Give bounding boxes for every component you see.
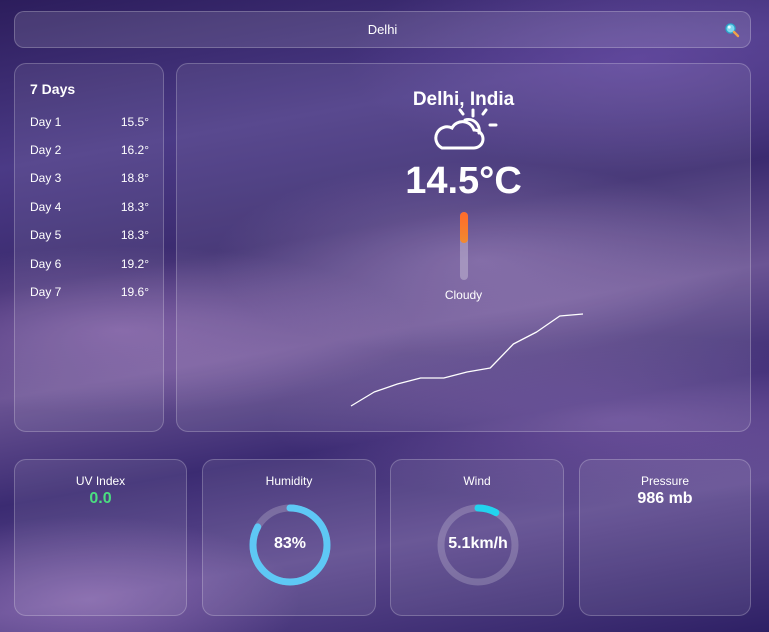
- forecast-day-temp: 18.8°: [120, 171, 149, 185]
- humidity-gauge: 83%: [248, 503, 332, 587]
- humidity-card: Humidity 83%: [202, 459, 376, 616]
- forecast-row: Day 2 16.2°: [30, 143, 149, 159]
- thermometer-fill: [460, 212, 468, 243]
- forecast-title: 7 Days: [30, 81, 76, 97]
- uv-index-value: 0.0: [89, 490, 112, 507]
- forecast-day-name: Day 7: [30, 285, 62, 299]
- pressure-title: Pressure: [640, 474, 690, 488]
- search-input[interactable]: [15, 12, 750, 47]
- current-temperature: 14.5°C: [405, 160, 522, 202]
- partly-cloudy-icon: [430, 104, 500, 152]
- forecast-day-temp: 19.6°: [120, 285, 149, 299]
- weather-condition: Cloudy: [444, 288, 483, 302]
- forecast-day-temp: 18.3°: [120, 200, 149, 214]
- forecast-day-temp: 18.3°: [120, 228, 149, 242]
- forecast-row: Day 3 18.8°: [30, 171, 149, 187]
- forecast-day-name: Day 3: [30, 171, 62, 185]
- wind-title: Wind: [463, 474, 491, 488]
- forecast-day-temp: 16.2°: [120, 143, 149, 157]
- forecast-day-name: Day 4: [30, 200, 62, 214]
- temperature-trend-line: [350, 313, 584, 407]
- forecast-row: Day 6 19.2°: [30, 257, 149, 273]
- humidity-value: 83%: [273, 535, 307, 552]
- search-icon[interactable]: [724, 22, 740, 38]
- uv-index-card: UV Index 0.0: [14, 459, 187, 616]
- current-weather-panel: Delhi, India 14.5°C Cloudy: [176, 63, 751, 432]
- forecast-row: Day 4 18.3°: [30, 200, 149, 216]
- forecast-panel: 7 Days Day 1 15.5° Day 2 16.2° Day 3 18.…: [14, 63, 164, 432]
- forecast-day-name: Day 1: [30, 115, 62, 129]
- humidity-title: Humidity: [265, 474, 313, 488]
- thermometer-bar: [460, 212, 468, 280]
- forecast-day-temp: 19.2°: [120, 257, 149, 271]
- forecast-row: Day 7 19.6°: [30, 285, 149, 301]
- trend-polyline: [350, 313, 584, 407]
- pressure-value: 986 mb: [637, 490, 693, 507]
- uv-index-title: UV Index: [75, 474, 126, 488]
- forecast-day-name: Day 6: [30, 257, 62, 271]
- wind-value: 5.1km/h: [448, 535, 508, 552]
- forecast-day-name: Day 5: [30, 228, 62, 242]
- forecast-row: Day 1 15.5°: [30, 115, 149, 131]
- search-bar: [14, 11, 751, 48]
- wind-gauge: 5.1km/h: [436, 503, 520, 587]
- wind-card: Wind 5.1km/h: [390, 459, 564, 616]
- forecast-day-name: Day 2: [30, 143, 62, 157]
- forecast-day-temp: 15.5°: [120, 115, 149, 129]
- pressure-card: Pressure 986 mb: [579, 459, 751, 616]
- forecast-row: Day 5 18.3°: [30, 228, 149, 244]
